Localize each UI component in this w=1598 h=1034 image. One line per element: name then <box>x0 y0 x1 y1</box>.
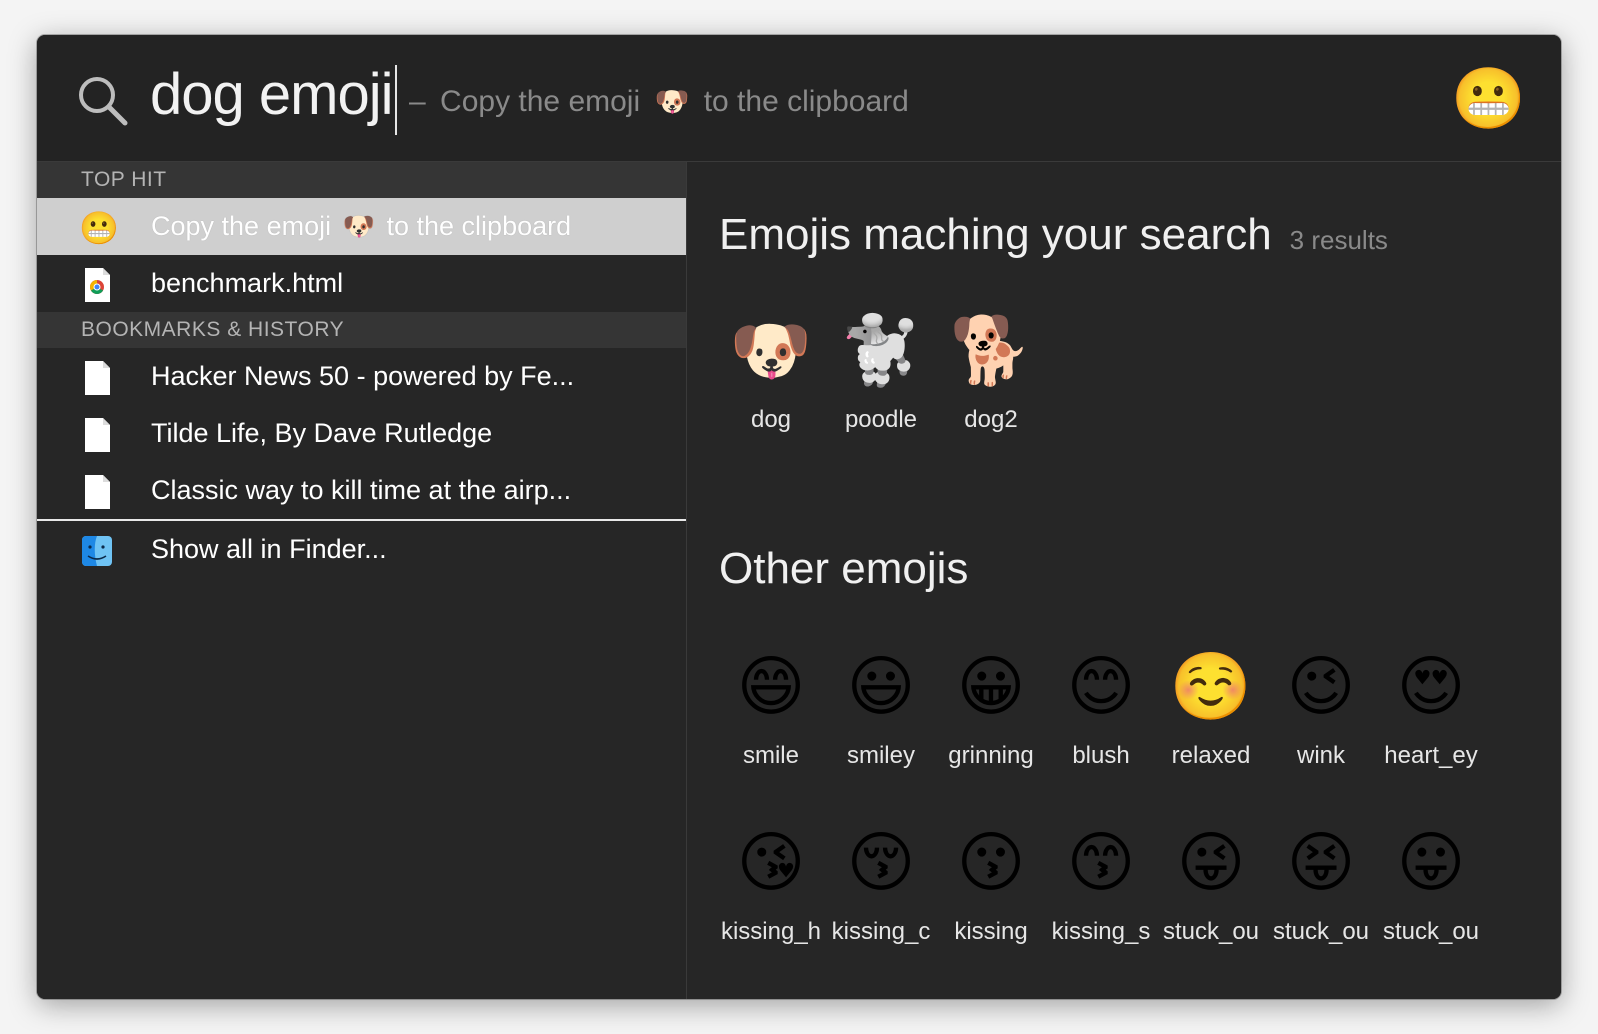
emoji-tile-poodle[interactable]: 🐩 poodle <box>829 310 933 434</box>
emoji-name: stuck_ou <box>1272 918 1370 945</box>
result-bookmark-classic-way[interactable]: Classic way to kill time at the airp... <box>37 462 686 519</box>
matching-emojis-heading: Emojis maching your search 3 results <box>719 210 1388 260</box>
emoji-name: blush <box>1072 742 1130 769</box>
finder-icon <box>82 536 112 566</box>
emoji-tile-kissing[interactable]: 😗 kissing <box>939 822 1043 946</box>
stuck-out-tongue-closed-eyes-emoji-icon: 😝 <box>1286 825 1356 899</box>
emoji-tile-relaxed[interactable]: ☺️ relaxed <box>1159 646 1263 770</box>
emoji-name: stuck_ou <box>1162 918 1260 945</box>
spotlight-window: dog emoji – Copy the emoji 🐶 to the clip… <box>37 35 1561 999</box>
result-bookmark-hacker-news[interactable]: Hacker News 50 - powered by Fe... <box>37 348 686 405</box>
matching-title: Emojis maching your search <box>719 210 1272 259</box>
search-icon <box>79 77 128 126</box>
emoji-tile-heart-eyes[interactable]: 😍 heart_ey <box>1379 646 1483 770</box>
emoji-tile-kissing-heart[interactable]: 😘 kissing_h <box>719 822 823 946</box>
heart-eyes-emoji-icon: 😍 <box>1396 649 1466 723</box>
kissing-heart-emoji-icon: 😘 <box>736 825 806 899</box>
results-list: TOP HIT 😬 Copy the emoji 🐶 to the clipbo… <box>37 162 687 999</box>
kissing-smiling-eyes-emoji-icon: 😙 <box>1066 825 1136 899</box>
search-input[interactable]: dog emoji <box>150 61 393 128</box>
emoji-tile-smiley[interactable]: 😃 smiley <box>829 646 933 770</box>
result-benchmark-html[interactable]: benchmark.html <box>37 255 686 312</box>
emoji-tile-kissing-closed-eyes[interactable]: 😚 kissing_c <box>829 822 933 946</box>
relaxed-emoji-icon: ☺️ <box>1169 649 1253 723</box>
hint-dog-emoji: 🐶 <box>654 86 690 117</box>
result-bookmark-tilde-life[interactable]: Tilde Life, By Dave Rutledge <box>37 405 686 462</box>
emoji-tile-stuck-out-tongue-closed-eyes[interactable]: 😝 stuck_ou <box>1269 822 1373 946</box>
emoji-name: heart_ey <box>1384 742 1478 769</box>
blush-emoji-icon: 😊 <box>1066 649 1136 723</box>
emoji-name: poodle <box>844 406 918 433</box>
dog-emoji-icon: 🐶 <box>729 313 813 387</box>
kissing-emoji-icon: 😗 <box>956 825 1026 899</box>
grinning-emoji-icon: 😀 <box>956 649 1026 723</box>
matching-count: 3 results <box>1289 225 1388 255</box>
top-hit-suffix: to the clipboard <box>386 211 572 241</box>
preview-emoji-icon: 😬 <box>1451 65 1526 132</box>
search-completion-hint: – Copy the emoji 🐶 to the clipboard <box>409 85 909 119</box>
section-bookmarks-history: BOOKMARKS & HISTORY <box>37 312 686 348</box>
emoji-name: kissing_h <box>720 918 822 945</box>
emoji-name: grinning <box>948 742 1034 769</box>
emoji-tile-stuck-out-tongue-winking-eye[interactable]: 😜 stuck_ou <box>1159 822 1263 946</box>
emoji-name: kissing <box>954 918 1028 945</box>
preview-pane: Emojis maching your search 3 results 🐶 do… <box>687 162 1561 999</box>
smile-emoji-icon: 😄 <box>736 649 806 723</box>
emoji-tile-smile[interactable]: 😄 smile <box>719 646 823 770</box>
hint-prefix: Copy the emoji <box>440 85 641 118</box>
result-label: Hacker News 50 - powered by Fe... <box>151 361 575 391</box>
emoji-name: smiley <box>846 742 915 769</box>
smiley-emoji-icon: 😃 <box>846 649 916 723</box>
emoji-tile-dog[interactable]: 🐶 dog <box>719 310 823 434</box>
wink-emoji-icon: 😉 <box>1286 649 1356 723</box>
emoji-tile-grinning[interactable]: 😀 grinning <box>939 646 1043 770</box>
emoji-name: stuck_ou <box>1382 918 1480 945</box>
search-bar[interactable]: dog emoji – Copy the emoji 🐶 to the clip… <box>37 35 1561 162</box>
emoji-name: dog2 <box>964 406 1018 433</box>
dog2-emoji-icon: 🐕 <box>949 313 1033 387</box>
emoji-name: dog <box>750 406 792 433</box>
emoji-tile-wink[interactable]: 😉 wink <box>1269 646 1373 770</box>
emoji-name: kissing_s <box>1051 918 1151 945</box>
result-label: Tilde Life, By Dave Rutledge <box>151 418 493 448</box>
stuck-out-tongue-emoji-icon: 😛 <box>1396 825 1466 899</box>
result-copy-emoji[interactable]: 😬 Copy the emoji 🐶 to the clipboard <box>37 198 686 255</box>
result-label: Classic way to kill time at the airp... <box>151 475 572 505</box>
emoji-tile-stuck-out-tongue[interactable]: 😛 stuck_ou <box>1379 822 1483 946</box>
top-hit-prefix: Copy the emoji <box>151 211 332 241</box>
document-icon <box>85 361 110 395</box>
top-hit-dog-emoji: 🐶 <box>342 211 375 241</box>
stuck-out-tongue-winking-eye-emoji-icon: 😜 <box>1176 825 1246 899</box>
hint-suffix: to the clipboard <box>703 85 909 118</box>
emoji-name: smile <box>742 742 799 769</box>
chrome-document-icon <box>85 268 110 302</box>
document-icon <box>85 475 110 509</box>
kissing-closed-eyes-emoji-icon: 😚 <box>846 825 916 899</box>
result-label: Show all in Finder... <box>151 534 387 564</box>
result-label: benchmark.html <box>151 268 344 298</box>
emoji-tile-kissing-smiling-eyes[interactable]: 😙 kissing_s <box>1049 822 1153 946</box>
text-caret <box>395 65 397 135</box>
section-top-hit: TOP HIT <box>37 162 686 198</box>
show-all-in-finder[interactable]: Show all in Finder... <box>37 521 686 578</box>
emoji-name: wink <box>1296 742 1345 769</box>
document-icon <box>85 418 110 452</box>
emoji-tile-dog2[interactable]: 🐕 dog2 <box>939 310 1043 434</box>
other-emojis-heading: Other emojis <box>719 544 969 593</box>
emoji-name: kissing_c <box>831 918 931 945</box>
hint-dash: – <box>409 85 426 118</box>
result-label: Copy the emoji 🐶 to the clipboard <box>151 198 571 255</box>
grimacing-emoji-icon: 😬 <box>79 210 119 246</box>
emoji-name: relaxed <box>1171 742 1251 769</box>
emoji-tile-blush[interactable]: 😊 blush <box>1049 646 1153 770</box>
poodle-emoji-icon: 🐩 <box>839 313 923 387</box>
